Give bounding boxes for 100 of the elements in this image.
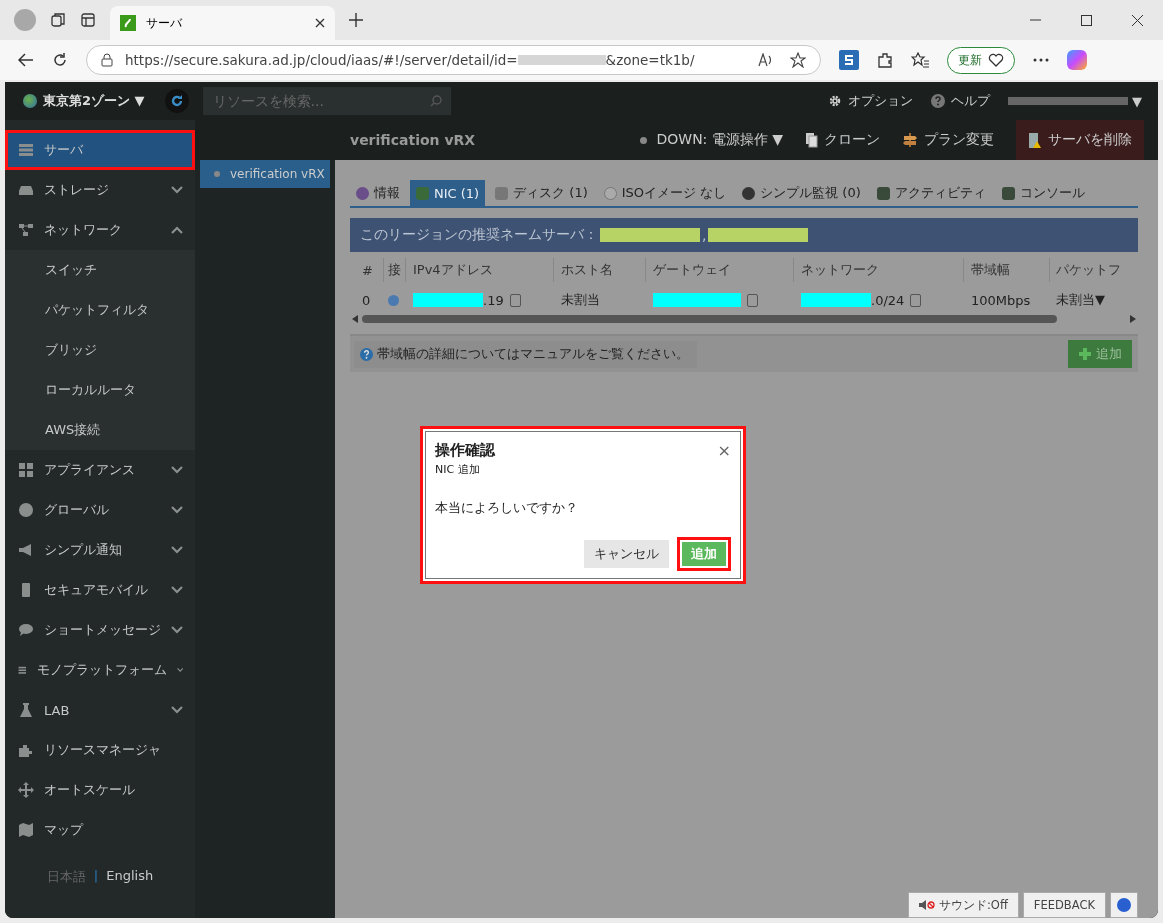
table-cell: .19 xyxy=(483,292,504,308)
separator-text: | xyxy=(93,868,99,885)
sidebar-item[interactable]: ストレージ xyxy=(5,170,195,210)
new-tab-icon[interactable] xyxy=(349,13,363,27)
copy-icon[interactable] xyxy=(509,293,521,307)
sidebar-subitem[interactable]: パケットフィルタ xyxy=(5,290,195,330)
maximize-icon[interactable] xyxy=(1081,14,1092,26)
puzzle-icon[interactable] xyxy=(877,52,893,68)
column-header: 帯域幅 xyxy=(964,258,1050,282)
sidebar-item[interactable]: グローバル xyxy=(5,490,195,530)
workspaces-icon[interactable] xyxy=(50,12,66,28)
lock-icon xyxy=(101,53,113,67)
column-header: 接 xyxy=(384,258,406,282)
reload-icon[interactable] xyxy=(52,52,68,68)
tab[interactable]: シンプル監視 (0) xyxy=(736,180,867,206)
help-link[interactable]: ヘルプ xyxy=(951,92,990,110)
scroll-left-icon[interactable] xyxy=(352,315,358,323)
browser-tab[interactable]: サーバ xyxy=(110,6,335,40)
close-icon[interactable] xyxy=(1132,14,1143,26)
help-icon xyxy=(360,347,373,361)
feedback-button[interactable]: FEEDBACK xyxy=(1022,892,1106,918)
help-notice: 帯域幅の詳細についてはマニュアルをご覧ください。 xyxy=(354,340,697,368)
sidebar-item[interactable]: リソースマネージャ xyxy=(5,730,195,770)
server-warning-icon xyxy=(1028,131,1042,149)
sidebar-item[interactable]: オートスケール xyxy=(5,770,195,810)
signpost-icon xyxy=(902,132,918,148)
column-header: パケットフ xyxy=(1055,261,1122,279)
speaker-muted-icon xyxy=(919,900,935,910)
power-menu[interactable]: DOWN: 電源操作 ▼ xyxy=(639,120,783,160)
status-dot xyxy=(214,171,220,177)
sidebar-item[interactable]: マップ xyxy=(5,810,195,850)
sidebar-item[interactable]: モノプラットフォーム xyxy=(5,650,195,690)
zone-selector[interactable]: 東京第2ゾーン ▼ xyxy=(43,92,145,110)
copilot-icon[interactable] xyxy=(1067,50,1087,70)
server-icon xyxy=(18,142,34,158)
dialog-subtitle: NIC 追加 xyxy=(435,462,481,477)
clone-button[interactable]: クローン xyxy=(805,120,880,160)
delete-button[interactable]: サーバを削除 xyxy=(1016,120,1144,160)
read-aloud-icon[interactable] xyxy=(758,53,774,67)
dropdown[interactable]: 未割当▼ xyxy=(1050,291,1136,309)
sidebar-subitem[interactable]: ブリッジ xyxy=(5,330,195,370)
sidebar-item[interactable]: ネットワーク xyxy=(5,210,195,250)
tab[interactable]: ISOイメージ なし xyxy=(597,180,733,206)
nic-icon xyxy=(416,186,429,200)
language-link[interactable]: English xyxy=(106,868,154,918)
tab[interactable]: NIC (1) xyxy=(410,180,486,206)
tab[interactable]: アクティビティ xyxy=(870,180,992,206)
search-field[interactable]: リソースを検索... xyxy=(202,87,451,115)
help-icon xyxy=(931,94,945,108)
scroll-right-icon[interactable] xyxy=(1130,315,1136,323)
user-menu[interactable]: ▼ xyxy=(1008,93,1142,109)
sidebar-item[interactable]: アプライアンス xyxy=(5,450,195,490)
copy-icon[interactable] xyxy=(747,293,758,307)
url-text: https://secure.sakura.ad.jp/cloud/iaas/#!/server/detail/id= xyxy=(125,52,518,68)
tab[interactable]: ディスク (1) xyxy=(489,180,594,206)
tab-actions-icon[interactable] xyxy=(80,12,96,28)
sidebar-item[interactable]: ショートメッセージ xyxy=(5,610,195,650)
horizontal-scrollbar[interactable] xyxy=(352,312,1136,326)
sidebar-subitem[interactable]: スイッチ xyxy=(5,250,195,290)
globe-icon xyxy=(18,502,34,518)
update-button[interactable]: 更新 xyxy=(947,46,1015,74)
megaphone-icon xyxy=(18,542,34,558)
sidebar-item[interactable]: シンプル通知 xyxy=(5,530,195,570)
cd-icon xyxy=(603,186,617,200)
screen-icon xyxy=(876,186,890,200)
sidebar-item[interactable]: LAB xyxy=(5,690,195,730)
refresh-icon[interactable] xyxy=(164,89,189,113)
sidebar-subitem[interactable]: ローカルルータ xyxy=(5,370,195,410)
options-link[interactable]: オプション xyxy=(848,92,913,110)
more-icon[interactable] xyxy=(1033,58,1049,62)
info-button[interactable] xyxy=(1110,892,1138,918)
redacted-block xyxy=(413,293,483,307)
cancel-button[interactable]: キャンセル xyxy=(584,540,669,568)
server-list-item[interactable]: verification vRX xyxy=(200,160,330,188)
sidebar-item[interactable]: セキュアモバイル xyxy=(5,570,195,610)
sidebar-subitem[interactable]: AWS接続 xyxy=(5,410,195,450)
column-header: ホスト名 xyxy=(554,258,646,282)
sidebar-item[interactable]: サーバ xyxy=(5,130,195,170)
favorites-icon[interactable] xyxy=(911,52,929,68)
dialog-title: 操作確認 xyxy=(435,441,496,460)
close-tab-icon[interactable] xyxy=(315,18,325,28)
dialog-message: 本当によろしいですか？ xyxy=(435,499,579,517)
column-header: IPv4アドレス xyxy=(406,258,554,282)
sound-button[interactable]: サウンド:Off xyxy=(908,892,1019,918)
column-header: ゲートウェイ xyxy=(646,258,794,282)
puzzle-icon xyxy=(18,742,34,758)
tab[interactable]: 情報 xyxy=(350,180,406,206)
table-cell-text: 0 xyxy=(361,292,372,308)
monitor-icon xyxy=(742,186,756,200)
column-header: # xyxy=(350,258,384,282)
star-icon[interactable] xyxy=(790,52,806,68)
nameserver-label: このリージョンの推奨ネームサーバ： xyxy=(360,226,598,244)
close-icon[interactable]: × xyxy=(717,441,731,460)
plan-button[interactable]: プラン変更 xyxy=(902,120,994,160)
copy-icon[interactable] xyxy=(910,293,922,307)
back-icon[interactable] xyxy=(18,53,34,67)
address-bar[interactable]: https://secure.sakura.ad.jp/cloud/iaas/#!/server/detail/id= &zone=tk1b/ xyxy=(86,45,821,75)
tab[interactable]: コンソール xyxy=(995,180,1091,206)
extension-icon[interactable] xyxy=(839,50,859,70)
chat-icon xyxy=(18,622,34,638)
